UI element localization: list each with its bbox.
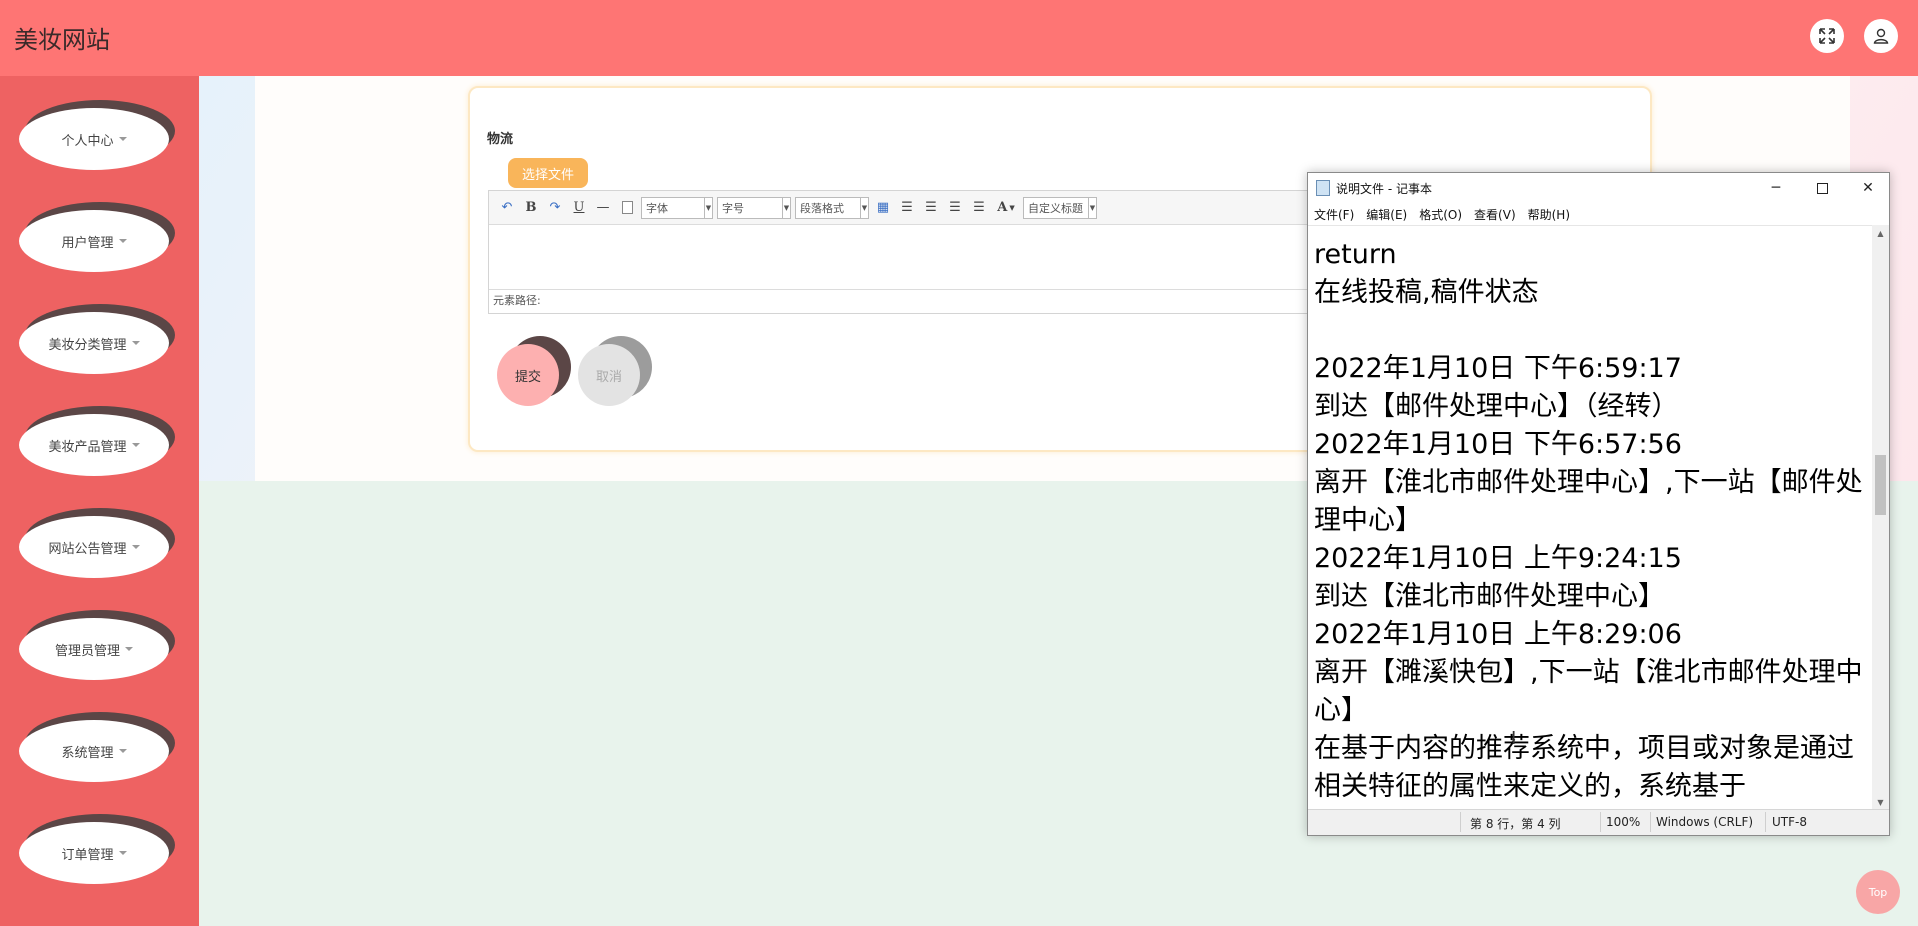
sidebar-item-label: 美妆产品管理 [48,439,127,455]
align-center-icon[interactable]: ☰ [945,198,965,218]
sidebar-item-product-management[interactable]: 美妆产品管理 [19,406,175,476]
notepad-text-area[interactable]: return 在线投稿,稿件状态 2022年1月10日 下午6:59:17 到达… [1308,225,1873,811]
caret-down-icon [131,443,140,447]
font-size-select[interactable]: 字号 ▼ [717,196,791,219]
expand-icon[interactable] [1810,19,1844,53]
sidebar-item-label: 美妆分类管理 [48,337,127,353]
notepad-menubar: 文件(F) 编辑(E) 格式(O) 查看(V) 帮助(H) [1308,203,1889,225]
sidebar-item-announcement-management[interactable]: 网站公告管理 [19,508,175,578]
zoom-level: 100% [1606,815,1641,829]
menu-format[interactable]: 格式(O) [1413,206,1468,223]
sidebar-item-label: 管理员管理 [54,643,120,659]
maximize-icon[interactable] [1799,173,1845,203]
caret-down-icon [125,647,133,651]
dropdown-arrow-icon: ▼ [782,197,790,218]
caret-down-icon [118,749,127,753]
cursor-position: 第 8 行，第 4 列 [1470,817,1561,831]
redo-icon[interactable]: ↷ [545,198,565,218]
sidebar-item-system-management[interactable]: 系统管理 [19,712,175,782]
sidebar-item-personal-center[interactable]: 个人中心 [19,100,175,170]
back-to-top-button[interactable]: Top [1856,870,1900,914]
logistics-field-label: 物流 [487,132,514,147]
underline-button[interactable]: U [569,198,589,218]
caret-down-icon [118,137,127,141]
text-cursor-icon: I [1511,728,1517,749]
menu-help[interactable]: 帮助(H) [1522,206,1576,223]
menu-file[interactable]: 文件(F) [1308,206,1360,223]
scroll-up-icon[interactable]: ▲ [1872,225,1889,242]
sidebar: 个人中心 用户管理 美妆分类管理 美妆产品管理 网站公告管理 管理员管理 系统管… [0,76,199,926]
site-title: 美妆网站 [14,26,110,54]
custom-title-select[interactable]: 自定义标题 ▼ [1023,196,1097,219]
sidebar-item-admin-management[interactable]: 管理员管理 [19,610,175,680]
caret-down-icon [118,239,127,243]
sidebar-item-label: 系统管理 [61,745,114,761]
cancel-button[interactable]: 取消 [578,336,658,408]
sidebar-item-label: 用户管理 [61,235,114,251]
sidebar-item-label: 网站公告管理 [48,541,127,557]
sidebar-item-label: 订单管理 [61,847,114,863]
close-icon[interactable]: ✕ [1845,173,1891,203]
sidebar-item-order-management[interactable]: 订单管理 [19,814,175,884]
notepad-title: 说明文件 - 记事本 [1336,181,1432,196]
submit-button[interactable]: 提交 [497,336,577,408]
sidebar-item-label: 个人中心 [61,133,114,149]
choose-file-button[interactable]: 选择文件 [508,158,588,188]
notepad-app-icon [1316,180,1330,196]
dropdown-arrow-icon: ▼ [704,197,712,218]
menu-view[interactable]: 查看(V) [1468,206,1522,223]
caret-down-icon [131,341,140,345]
caret-down-icon [118,851,127,855]
document-icon[interactable] [617,198,637,218]
vertical-scrollbar[interactable]: ▲ ▼ [1872,225,1889,811]
undo-icon[interactable]: ↶ [497,198,517,218]
align-left-icon[interactable]: ☰ [897,198,917,218]
table-icon[interactable]: ▦ [873,198,893,218]
scrollbar-thumb[interactable] [1875,455,1886,515]
bold-button[interactable]: B [521,198,541,218]
encoding: UTF-8 [1772,815,1807,829]
align-justify-icon[interactable]: ☰ [969,198,989,218]
minimize-icon[interactable]: ─ [1753,173,1799,203]
font-family-select[interactable]: 字体 ▼ [641,196,713,219]
paragraph-format-select[interactable]: 段落格式 ▼ [795,196,869,219]
caret-down-icon [131,545,140,549]
dropdown-arrow-icon: ▼ [1088,197,1096,218]
menu-edit[interactable]: 编辑(E) [1360,206,1413,223]
line-ending: Windows (CRLF) [1656,815,1754,829]
horizontal-rule-icon[interactable]: — [593,198,613,218]
notepad-window: 说明文件 - 记事本 ─ ✕ 文件(F) 编辑(E) 格式(O) 查看(V) 帮… [1307,172,1890,836]
top-header: 美妆网站 [0,0,1918,76]
font-color-button[interactable]: A ▼ [993,198,1019,218]
notepad-statusbar: 第 8 行，第 4 列 100% Windows (CRLF) UTF-8 [1308,809,1889,835]
dropdown-arrow-icon: ▼ [860,197,868,218]
user-icon[interactable] [1864,19,1898,53]
sidebar-item-category-management[interactable]: 美妆分类管理 [19,304,175,374]
sidebar-item-user-management[interactable]: 用户管理 [19,202,175,272]
align-right-icon[interactable]: ☰ [921,198,941,218]
